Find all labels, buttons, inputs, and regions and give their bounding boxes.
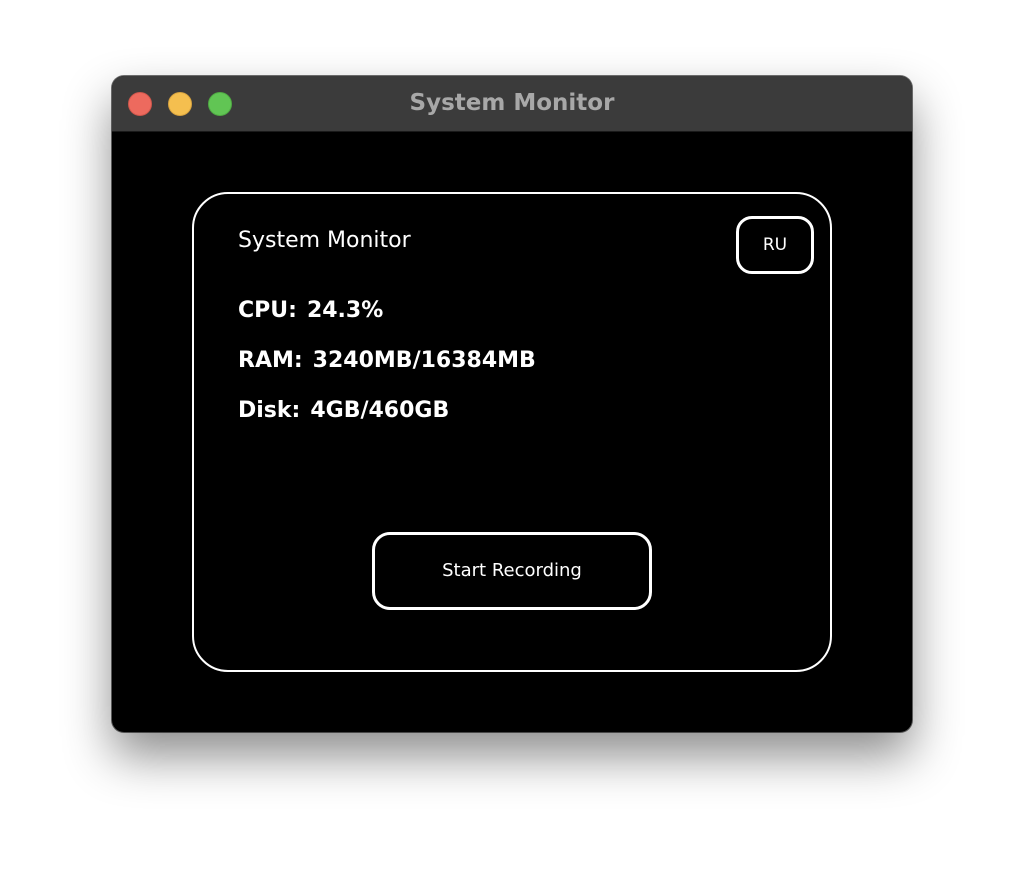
window-title: System Monitor bbox=[409, 90, 615, 116]
app-window: System Monitor System Monitor RU CPU: 24.… bbox=[112, 76, 912, 732]
disk-value: 4GB/460GB bbox=[310, 398, 450, 423]
disk-label: Disk: bbox=[238, 398, 301, 423]
language-toggle-button[interactable]: RU bbox=[736, 216, 814, 274]
ram-value: 3240MB/16384MB bbox=[312, 348, 536, 373]
cpu-value: 24.3% bbox=[306, 298, 384, 323]
disk-stat: Disk: 4GB/460GB bbox=[238, 398, 449, 423]
cpu-stat: CPU: 24.3% bbox=[238, 298, 383, 323]
ram-label: RAM: bbox=[238, 348, 303, 373]
panel-title: System Monitor bbox=[238, 228, 411, 253]
cpu-label: CPU: bbox=[238, 298, 297, 323]
start-recording-button[interactable]: Start Recording bbox=[372, 532, 652, 610]
title-bar[interactable]: System Monitor bbox=[112, 76, 912, 132]
monitor-panel: System Monitor RU CPU: 24.3% RAM: 3240MB/1… bbox=[192, 192, 832, 672]
ram-stat: RAM: 3240MB/16384MB bbox=[238, 348, 536, 373]
